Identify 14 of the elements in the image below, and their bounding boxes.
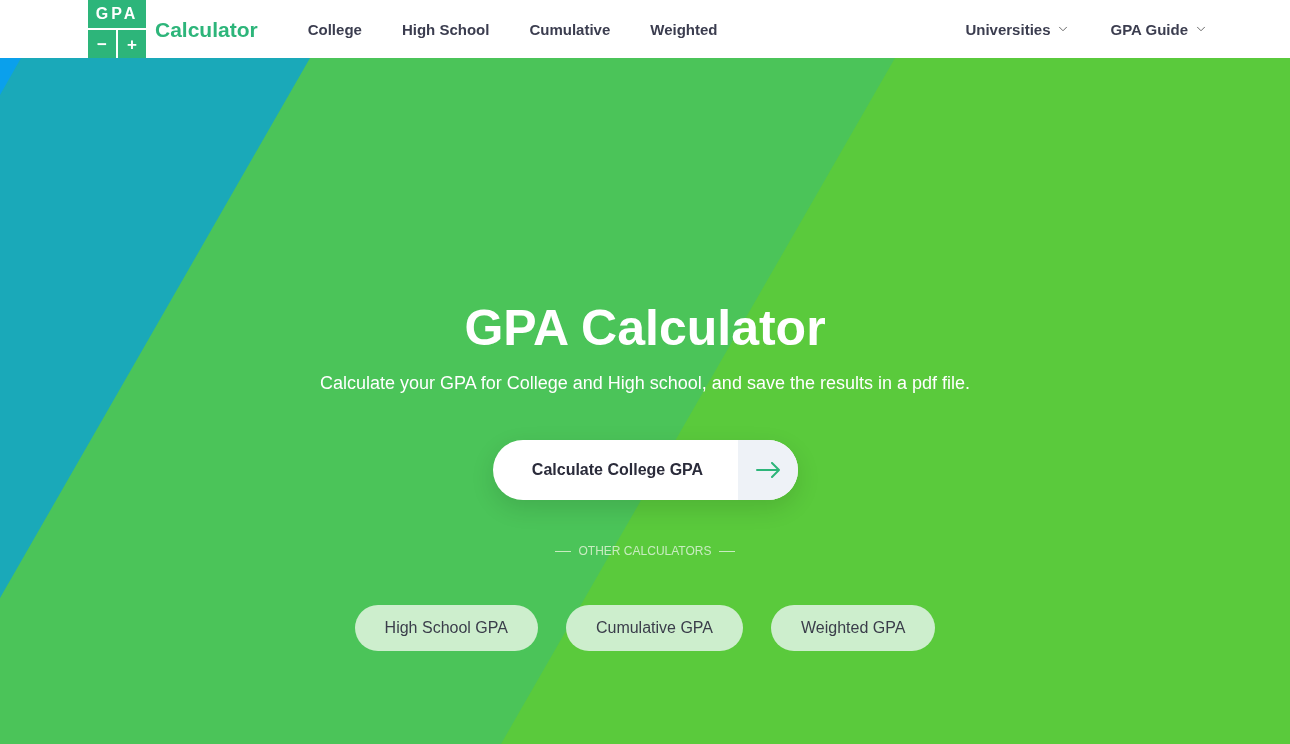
nav-link[interactable]: Cumulative	[529, 21, 611, 37]
nav-dropdown[interactable]: GPA Guide	[1110, 21, 1208, 37]
hero-title: GPA Calculator	[464, 303, 826, 353]
nav-link[interactable]: College	[307, 21, 362, 37]
calculator-link-pill[interactable]: Cumulative GPA	[565, 605, 743, 651]
calculator-link-pill[interactable]: High School GPA	[354, 605, 538, 651]
arrow-right-icon	[755, 462, 780, 478]
nav-dropdown[interactable]: Universities	[965, 21, 1071, 37]
section-label: OTHER CALCULATORS	[578, 545, 712, 557]
nav-link[interactable]: Weighted	[650, 21, 718, 37]
hero-subtitle: Calculate your GPA for College and High school, and save the results in a pdf file.	[320, 372, 970, 394]
calculator-link-pill[interactable]: Weighted GPA	[771, 605, 936, 651]
calculate-college-gpa-button[interactable]: Calculate College GPA	[492, 440, 798, 500]
nav-link[interactable]: High School	[401, 21, 490, 37]
